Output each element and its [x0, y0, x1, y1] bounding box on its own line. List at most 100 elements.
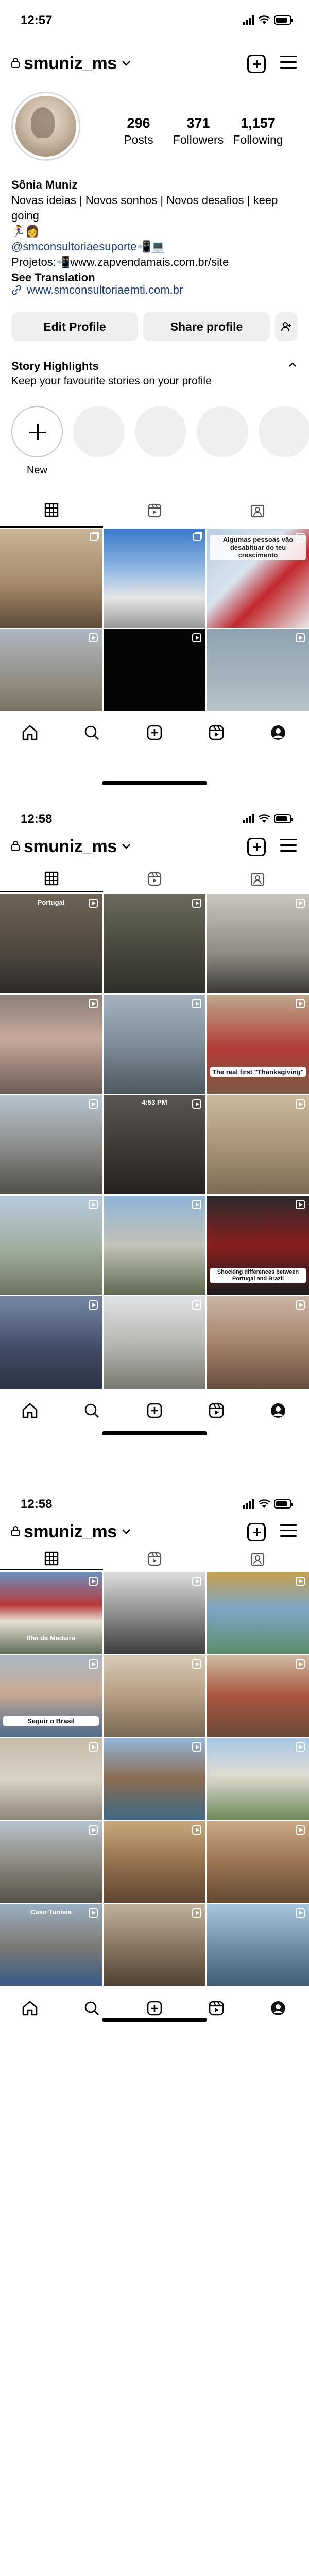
grid-post[interactable] [104, 1821, 205, 1903]
nav-profile[interactable] [267, 1399, 289, 1422]
post-caption: Portugal [37, 899, 65, 906]
grid-post[interactable] [104, 1196, 205, 1295]
following-stat[interactable]: 1,157 Following [230, 115, 286, 147]
tab-reels[interactable] [103, 1548, 206, 1570]
grid-post[interactable]: Seguir o Brasil [0, 1655, 102, 1737]
grid-post[interactable] [0, 1738, 102, 1820]
highlights-title: Story Highlights [11, 360, 99, 372]
tab-tagged[interactable] [206, 494, 309, 528]
mention-link[interactable]: @smconsultoriaesuporte [11, 240, 137, 253]
grid-post[interactable] [104, 1655, 205, 1737]
grid-post[interactable] [0, 995, 102, 1094]
chevron-down-icon[interactable] [122, 60, 131, 67]
nav-create[interactable] [143, 1399, 166, 1422]
username[interactable]: smuniz_ms [24, 1522, 117, 1542]
grid-post[interactable] [0, 1821, 102, 1903]
tab-posts[interactable] [0, 1548, 103, 1570]
grid-post[interactable]: Shocking differences between Portugal an… [207, 1196, 309, 1295]
bottom-nav [0, 711, 309, 785]
grid-post[interactable]: Portugal [0, 894, 102, 993]
nav-profile[interactable] [267, 721, 289, 744]
grid-post[interactable] [104, 529, 205, 628]
share-profile-button[interactable]: Share profile [143, 312, 270, 341]
tab-tagged[interactable] [206, 1548, 309, 1570]
tab-reels[interactable] [103, 494, 206, 528]
grid-post[interactable]: The real first "Thanksgiving" [207, 995, 309, 1094]
lock-icon [11, 841, 20, 851]
nav-create[interactable] [143, 721, 166, 744]
nav-profile[interactable] [267, 1997, 289, 2020]
grid-post[interactable]: 4:53 PM [104, 1095, 205, 1194]
reels-nav-icon [209, 1403, 224, 1418]
tagged-icon [250, 873, 265, 886]
nav-home[interactable] [19, 1997, 41, 2020]
tab-posts[interactable] [0, 494, 103, 528]
nav-create[interactable] [143, 1997, 166, 2020]
avatar[interactable] [11, 92, 80, 161]
reel-icon [192, 1200, 201, 1209]
grid-post[interactable] [104, 1738, 205, 1820]
menu-icon[interactable] [280, 1524, 297, 1539]
grid-post[interactable] [0, 1095, 102, 1194]
grid-post[interactable] [207, 1572, 309, 1654]
projects-link[interactable]: www.zapvendamais.com.br/site [70, 256, 229, 268]
grid-post[interactable] [104, 1572, 205, 1654]
grid-post[interactable] [0, 529, 102, 628]
grid-post[interactable] [207, 1904, 309, 1986]
external-link[interactable]: www.smconsultoriaemti.com.br [11, 283, 183, 297]
nav-search[interactable] [80, 1399, 103, 1422]
nav-reels[interactable] [205, 1997, 228, 2020]
grid-post[interactable] [207, 1296, 309, 1395]
grid-post[interactable] [104, 894, 205, 993]
grid-post[interactable] [104, 1904, 205, 1986]
grid-post[interactable]: Algumas pessoas vão desabituar do teu cr… [207, 529, 309, 628]
nav-search[interactable] [80, 1997, 103, 2020]
wifi-icon [259, 1499, 270, 1508]
discover-people-button[interactable] [275, 312, 298, 341]
create-button[interactable] [247, 838, 266, 856]
edit-profile-button[interactable]: Edit Profile [11, 312, 138, 341]
menu-icon[interactable] [280, 839, 297, 854]
add-person-icon [281, 322, 291, 331]
bottom-nav [0, 1389, 309, 1451]
grid-post[interactable] [207, 894, 309, 993]
nav-reels[interactable] [205, 721, 228, 744]
posts-stat[interactable]: 296 Posts [110, 115, 167, 147]
menu-icon[interactable] [280, 56, 297, 71]
create-button[interactable] [247, 55, 266, 73]
grid-post[interactable] [104, 995, 205, 1094]
grid-post[interactable]: Ilha da Madeira [0, 1572, 102, 1654]
reel-icon [296, 533, 305, 542]
chevron-up-icon[interactable] [288, 362, 297, 368]
username[interactable]: smuniz_ms [24, 837, 117, 857]
search-icon [84, 2001, 99, 2015]
followers-stat[interactable]: 371 Followers [170, 115, 227, 147]
chevron-down-icon[interactable] [122, 1528, 131, 1535]
grid-post[interactable] [207, 1821, 309, 1903]
grid-post[interactable] [0, 1196, 102, 1295]
reel-icon [296, 633, 305, 642]
grid-post[interactable] [207, 1738, 309, 1820]
reel-icon [296, 1099, 305, 1109]
nav-home[interactable] [19, 1399, 41, 1422]
tab-posts[interactable] [0, 866, 103, 892]
new-highlight-button[interactable] [11, 406, 63, 457]
chevron-down-icon[interactable] [122, 843, 131, 850]
nav-home[interactable] [19, 721, 41, 744]
tab-tagged[interactable] [206, 866, 309, 892]
grid-icon [44, 871, 59, 885]
tab-reels[interactable] [103, 866, 206, 892]
profile-screen-2: 12:58 smuniz_ms Portugal The real first … [0, 799, 309, 1489]
username[interactable]: smuniz_ms [24, 54, 117, 74]
create-button[interactable] [247, 1523, 266, 1541]
grid-post[interactable]: Caso Tunísia [0, 1904, 102, 1986]
grid-post[interactable] [207, 1655, 309, 1737]
grid-post[interactable] [207, 1095, 309, 1194]
grid-post[interactable] [0, 1296, 102, 1395]
nav-reels[interactable] [205, 1399, 228, 1422]
reel-icon [89, 1099, 98, 1109]
carousel-icon [90, 533, 98, 541]
grid-post[interactable] [104, 1296, 205, 1395]
nav-search[interactable] [80, 721, 103, 744]
status-bar: 12:57 [0, 0, 309, 41]
